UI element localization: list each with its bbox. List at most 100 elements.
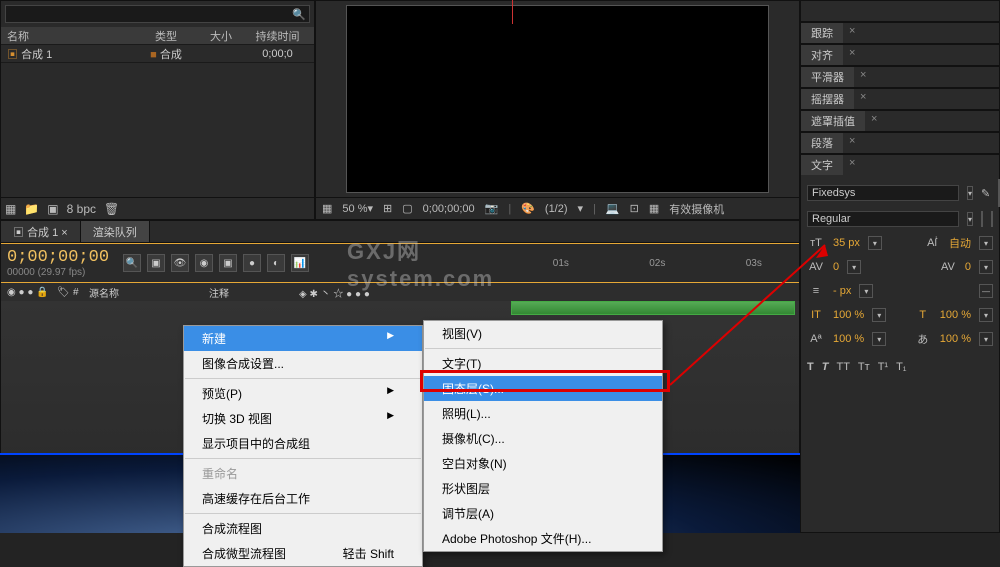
superscript-icon[interactable]: T¹ [878,361,888,373]
panel-character[interactable]: 文字 [801,155,843,175]
safe-zones-icon[interactable]: ⊞ [383,202,392,215]
menu-item[interactable]: 形状图层 [424,476,662,501]
smallcaps-icon[interactable]: Tᴛ [858,361,870,373]
menu-item[interactable]: 调节层(A) [424,501,662,526]
snapshot-icon[interactable]: 📷 [485,202,499,215]
baseline-shift[interactable]: 100 % [833,333,864,345]
menu-item[interactable]: 空白对象(N) [424,451,662,476]
timeline-playhead[interactable] [512,0,513,24]
transparency-icon[interactable]: ▦ [649,202,659,215]
font-size[interactable]: 35 px [833,237,860,249]
viewer-canvas[interactable] [346,5,769,193]
search-icon[interactable]: 🔍 [123,254,141,272]
menu-item[interactable]: 预览(P) [184,381,422,406]
composition-icon: ▣ [7,49,18,61]
tracking-icon: AV [939,261,957,273]
italic-icon[interactable]: T [822,361,829,373]
menu-item[interactable]: 文字(T) [424,351,662,376]
roi-icon[interactable]: ⊡ [630,202,639,215]
swatch-black[interactable] [981,211,983,227]
tab-render-queue[interactable]: 渲染队列 [81,221,150,242]
menu-item[interactable]: 显示项目中的合成组 [184,431,422,456]
composition-viewer: ▦ 50 % ▾ ⊞ ▢ 0;00;00;00 📷 | 🎨 (1/2) ▾ | … [315,0,800,220]
font-weight-select[interactable] [807,211,959,227]
tl-icon[interactable]: ▣ [147,254,165,272]
search-icon: 🔍 [292,8,306,21]
col-source-name[interactable]: 源名称 [89,285,209,300]
allcaps-icon[interactable]: TT [836,361,849,373]
horiz-scale[interactable]: 100 % [940,309,971,321]
panel-paragraph[interactable]: 段落 [801,133,843,153]
new-submenu: 视图(V) 文字(T)固态层(S)...照明(L)...摄像机(C)...空白对象… [423,320,663,552]
project-columns-header: 名称 类型 大小 持续时间 [1,27,314,45]
panel-mask-interp[interactable]: 遮罩插值 [801,111,865,131]
fps-label: 00000 (29.97 fps) [7,267,109,278]
layer-context-menu: 新建图像合成设置... 预览(P)切换 3D 视图显示项目中的合成组重命名高速缓存… [183,325,423,567]
col-size[interactable]: 大小 [201,28,241,44]
menu-item[interactable]: 新建 [184,326,422,351]
bpc-button[interactable]: 8 bpc [67,202,96,216]
project-panel: 🔍 名称 类型 大小 持续时间 ▣ 合成 1 ■ 合成 0;00;0 [0,0,315,220]
subscript-icon[interactable]: T₁ [896,361,906,373]
timecode[interactable]: 0;00;00;00 [7,248,109,267]
menu-item[interactable]: 高速缓存在后台工作 [184,486,422,511]
col-note[interactable]: 注释 [209,285,299,300]
chevron-down-icon[interactable]: ▾ [967,186,973,200]
bold-icon[interactable]: T [807,361,814,373]
tab-composition[interactable]: ▣ 合成 1 × [1,221,81,242]
panel-smoother[interactable]: 平滑器 [801,67,854,87]
camera-dropdown[interactable]: 有效摄像机 [669,201,724,217]
panel-wiggler[interactable]: 摇摆器 [801,89,854,109]
watermark: GXJ网 system.com [347,234,541,292]
tl-hide-icon[interactable]: 👁 [171,254,189,272]
col-name[interactable]: 名称 [1,28,131,44]
menu-item[interactable]: 照明(L)... [424,401,662,426]
leading[interactable]: 自动 [949,235,971,251]
folder-icon[interactable]: 📁 [24,202,39,216]
project-item[interactable]: ▣ 合成 1 ■ 合成 0;00;0 [1,45,314,63]
zoom-dropdown[interactable]: 50 % ▾ [342,202,373,215]
channels-icon[interactable]: 🎨 [521,202,535,215]
menu-item[interactable]: 合成流程图 [184,516,422,541]
leading-icon: Aẛ [923,237,941,249]
eyedropper-icon[interactable]: ✎ [981,187,990,200]
tracking-val[interactable]: 0 [965,261,971,273]
timeline-ruler[interactable]: GXJ网 system.com 01s 02s 03s [317,250,830,276]
tl-fx-icon[interactable]: ◐ [267,254,285,272]
stroke-style-icon[interactable]: — [979,284,993,298]
kerning[interactable]: 0 [833,261,839,273]
new-comp-icon[interactable]: ▣ [47,202,58,216]
tl-solo-icon[interactable]: ▣ [219,254,237,272]
menu-item[interactable]: 固态层(S)... [424,376,662,401]
delete-icon[interactable]: 🗑 [104,202,119,216]
tl-graph-icon[interactable]: 📊 [291,254,309,272]
panel-tracking[interactable]: 跟踪 [801,23,843,43]
menu-item[interactable]: 摄像机(C)... [424,426,662,451]
current-time[interactable]: 0;00;00;00 [423,203,475,215]
grid-icon[interactable]: ▦ [322,202,332,215]
menu-item: 重命名 [184,461,422,486]
tl-blur-icon[interactable]: ● [243,254,261,272]
interpret-icon[interactable]: ▦ [5,202,16,216]
mask-icon[interactable]: ▢ [402,202,412,215]
timeline-work-area[interactable] [511,301,795,315]
menu-item[interactable]: 合成微型流程图轻击 Shift [184,541,422,566]
font-size-icon: тT [807,237,825,249]
col-type[interactable]: 类型 [131,28,201,44]
pc-icon[interactable]: 💻 [606,202,620,215]
menu-item[interactable]: 视图(V) [424,321,662,346]
no-fill-swatch[interactable] [991,211,993,227]
project-search-input[interactable] [5,5,310,23]
stroke-width[interactable]: - px [833,285,851,297]
menu-item[interactable]: 切换 3D 视图 [184,406,422,431]
font-family-select[interactable] [807,185,959,201]
vert-scale[interactable]: 100 % [833,309,864,321]
project-footer: ▦ 📁 ▣ 8 bpc 🗑 [1,197,314,219]
resolution-dropdown[interactable]: (1/2) [545,203,568,215]
tl-layers-icon[interactable]: ◉ [195,254,213,272]
col-duration[interactable]: 持续时间 [241,28,314,44]
tsume[interactable]: 100 % [940,333,971,345]
menu-item[interactable]: Adobe Photoshop 文件(H)... [424,526,662,551]
panel-align[interactable]: 对齐 [801,45,843,65]
menu-item[interactable]: 图像合成设置... [184,351,422,376]
